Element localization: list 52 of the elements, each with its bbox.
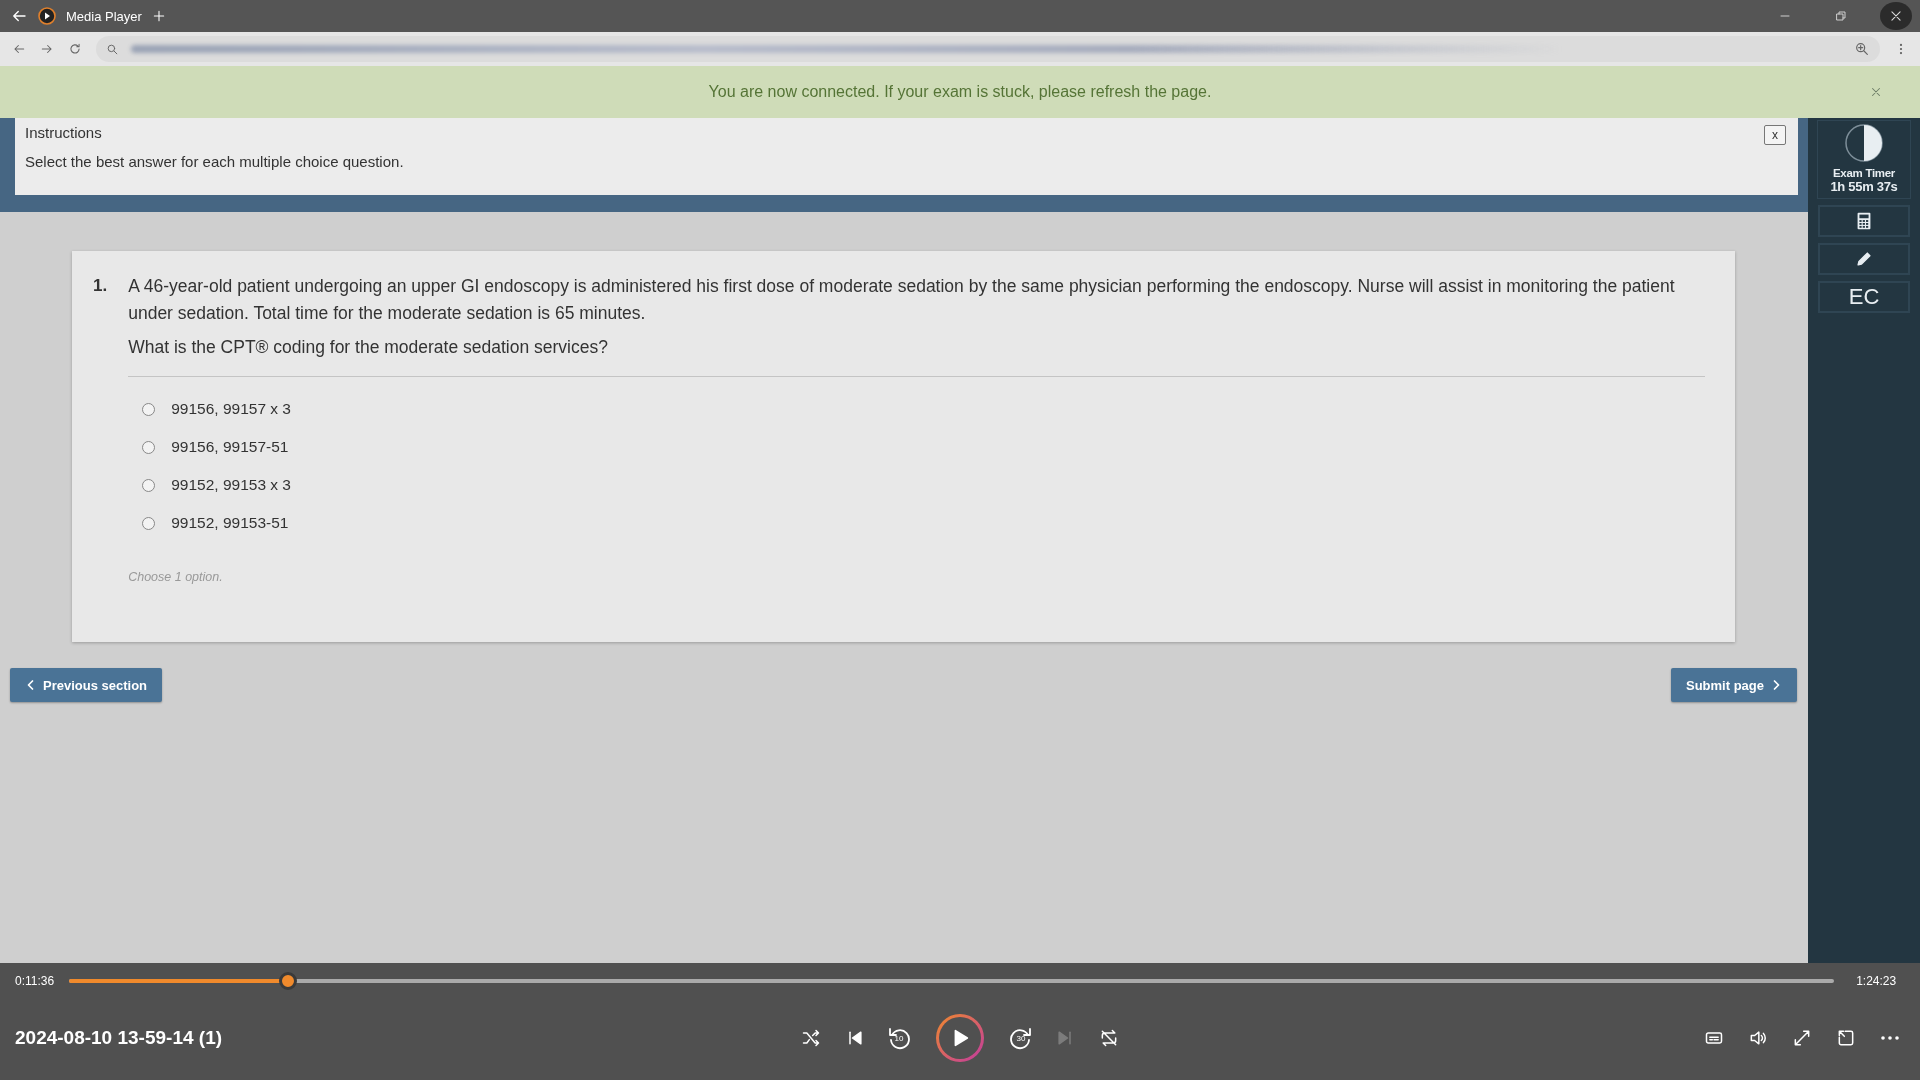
- radio-button[interactable]: [142, 478, 156, 492]
- close-instructions-button[interactable]: x: [1764, 125, 1786, 145]
- back-icon: [12, 42, 26, 56]
- fullscreen-icon: [1792, 1028, 1812, 1048]
- restore-icon: [1835, 10, 1847, 22]
- answer-option[interactable]: 99152, 99153-51: [142, 514, 1705, 532]
- answer-option[interactable]: 99156, 99157 x 3: [142, 400, 1705, 418]
- window-title: Media Player: [66, 8, 142, 24]
- new-tab-icon: [151, 9, 166, 23]
- forward-button[interactable]: 30: [1006, 1023, 1036, 1053]
- question-prompt: What is the CPT® coding for the moderate sedation services?: [128, 337, 609, 358]
- play-button[interactable]: [936, 1014, 984, 1062]
- calculator-button[interactable]: [1818, 205, 1910, 237]
- media-title: 2024-08-10 13-59-14 (1): [15, 1027, 224, 1049]
- app-icon: [38, 7, 56, 25]
- radio-button[interactable]: [142, 402, 156, 416]
- pencil-button[interactable]: [1818, 243, 1910, 275]
- zoom-icon: [1854, 41, 1870, 57]
- pencil-icon: [1854, 249, 1874, 269]
- ec-button[interactable]: EC: [1818, 281, 1910, 313]
- seek-handle[interactable]: [279, 972, 297, 990]
- rewind-icon: [887, 1026, 911, 1050]
- forward-icon: [40, 42, 54, 56]
- previous-section-button[interactable]: Previous section: [10, 668, 163, 702]
- more-icon: [1881, 1036, 1899, 1040]
- rewind-button[interactable]: 10: [884, 1023, 914, 1053]
- instructions-text: Select the best answer for each multiple choice question.: [25, 153, 405, 170]
- forward-icon: [1009, 1026, 1033, 1050]
- radio-button[interactable]: [142, 516, 156, 530]
- radio-button[interactable]: [142, 440, 156, 454]
- close-button[interactable]: [1880, 2, 1912, 30]
- timer-label: Exam Timer: [1833, 167, 1895, 179]
- miniplayer-icon: [1836, 1028, 1856, 1048]
- close-icon: [1869, 85, 1883, 99]
- timer-value: 1h 55m 37s: [1830, 179, 1898, 194]
- answer-hint: Choose 1 option.: [128, 570, 224, 584]
- question-number: 1.: [93, 275, 108, 297]
- timer-icon: [1844, 123, 1884, 163]
- reload-icon: [68, 42, 82, 56]
- connection-message: You are now connected. If your exam is stuck, please refresh the page.: [708, 83, 1212, 101]
- instructions-title: Instructions: [25, 124, 102, 141]
- question-text: A 46-year-old patient undergoing an upper GI endoscopy is administered his first dose of moderate sedation by the same physician performing the endoscopy. Nurse will assist in monitoring the patient under sedation. Total time for the moderate sedation is 65 minutes.: [128, 275, 1676, 325]
- close-icon: [1889, 9, 1903, 23]
- submit-page-button[interactable]: Submit page: [1671, 668, 1797, 702]
- answer-option[interactable]: 99152, 99153 x 3: [142, 476, 1705, 494]
- search-icon: [106, 42, 119, 56]
- repeat-off-icon: [1099, 1028, 1119, 1048]
- elapsed-time: 0:11:36: [15, 974, 55, 988]
- answer-option[interactable]: 99156, 99157-51: [142, 438, 1705, 456]
- shuffle-icon: [801, 1028, 821, 1048]
- total-duration: 1:24:23: [1856, 974, 1897, 988]
- address-field[interactable]: [96, 36, 1880, 62]
